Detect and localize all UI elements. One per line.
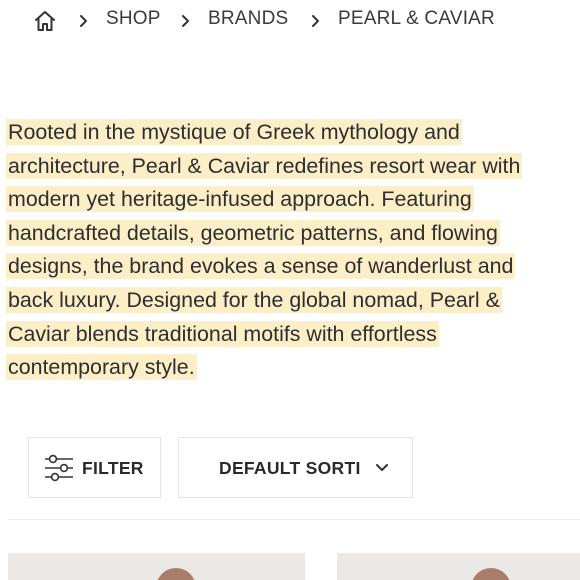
chevron-right-icon	[182, 15, 189, 27]
description-line: designs, the brand evokes a sense of wan…	[6, 253, 516, 280]
chevron-right-icon	[312, 15, 319, 27]
filter-button[interactable]: FILTER	[28, 437, 161, 498]
description-line: architecture, Pearl & Caviar redefines r…	[6, 152, 523, 179]
sort-label: DEFAULT SORTI	[219, 458, 361, 478]
breadcrumb-current: PEARL & CAVIAR	[338, 8, 495, 29]
sliders-icon	[45, 454, 73, 482]
brand-description: Rooted in the mystique of Greek mytholog…	[6, 116, 580, 385]
breadcrumb: SHOP BRANDS PEARL & CAVIAR	[0, 0, 580, 42]
product-card[interactable]	[337, 553, 580, 580]
description-line: contemporary style.	[6, 354, 197, 381]
description-line: Rooted in the mystique of Greek mytholog…	[6, 119, 462, 145]
product-card[interactable]	[8, 553, 305, 580]
description-line: handcrafted details, geometric patterns,…	[6, 219, 500, 246]
sort-select[interactable]: DEFAULT SORTI	[178, 437, 413, 498]
home-icon[interactable]	[33, 10, 57, 32]
breadcrumb-shop[interactable]: SHOP	[106, 8, 161, 30]
filter-label: FILTER	[82, 458, 144, 478]
description-line: back luxury. Designed for the global nom…	[6, 286, 502, 313]
description-line: modern yet heritage-infused approach. Fe…	[6, 186, 474, 213]
breadcrumb-brands[interactable]: BRANDS	[208, 8, 288, 30]
product-image	[471, 568, 511, 580]
chevron-down-icon	[376, 464, 388, 471]
chevron-right-icon	[80, 15, 87, 27]
divider	[8, 519, 580, 520]
description-line: Caviar blends traditional motifs with ef…	[6, 320, 439, 347]
product-image	[156, 568, 196, 580]
